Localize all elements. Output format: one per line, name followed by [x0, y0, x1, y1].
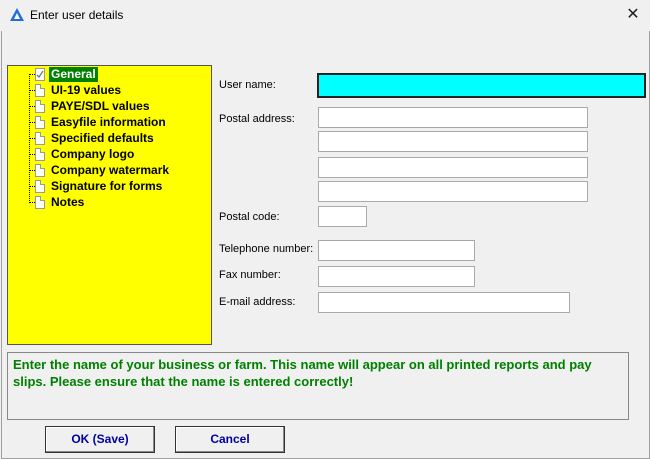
- user-name-label: User name:: [219, 79, 276, 91]
- page-icon: [35, 116, 45, 129]
- telephone-label: Telephone number:: [219, 243, 314, 255]
- section-tree: General UI-19 values PAYE/SDL values Easyfi…: [7, 65, 212, 345]
- postal-address-label: Postal address:: [219, 113, 295, 125]
- page-icon: [35, 164, 45, 177]
- postal-address-line-1[interactable]: [318, 107, 588, 128]
- help-message-panel: Enter the name of your business or farm.…: [7, 352, 629, 420]
- tree-item[interactable]: PAYE/SDL values: [8, 99, 211, 115]
- tree-item-label: Signature for forms: [51, 179, 163, 193]
- cancel-button[interactable]: Cancel: [175, 426, 285, 453]
- tree-item-label: Notes: [51, 195, 85, 209]
- postal-address-line-3[interactable]: [318, 157, 588, 178]
- tree-item-label: Company logo: [51, 147, 135, 161]
- page-icon: [35, 196, 45, 209]
- tree-item[interactable]: Company logo: [8, 147, 211, 163]
- tree-item-label: General: [49, 67, 98, 82]
- ok-save-button[interactable]: OK (Save): [45, 426, 155, 453]
- tree-item[interactable]: Company watermark: [8, 163, 211, 179]
- app-icon: [10, 8, 24, 21]
- tree-item[interactable]: Notes: [8, 195, 211, 211]
- tree-item-label: Easyfile information: [51, 115, 166, 129]
- tree-item-label: UI-19 values: [51, 83, 122, 97]
- tree-item[interactable]: Specified defaults: [8, 131, 211, 147]
- telephone-input[interactable]: [318, 240, 475, 261]
- tree-item-label: Company watermark: [51, 163, 170, 177]
- tree-item[interactable]: Easyfile information: [8, 115, 211, 131]
- fax-label: Fax number:: [219, 269, 281, 281]
- title-bar: Enter user details ✕: [0, 0, 650, 31]
- close-button[interactable]: ✕: [618, 2, 648, 28]
- email-label: E-mail address:: [219, 296, 296, 308]
- email-input[interactable]: [318, 292, 570, 313]
- page-icon: [35, 148, 45, 161]
- page-icon: [35, 84, 45, 97]
- checked-page-icon: [35, 68, 45, 81]
- postal-code-label: Postal code:: [219, 211, 280, 223]
- window-title: Enter user details: [30, 8, 124, 22]
- help-message-text: Enter the name of your business or farm.…: [13, 357, 592, 389]
- page-icon: [35, 180, 45, 193]
- postal-code-input[interactable]: [318, 206, 367, 227]
- user-name-input[interactable]: [317, 73, 646, 98]
- tree-item[interactable]: Signature for forms: [8, 179, 211, 195]
- page-icon: [35, 132, 45, 145]
- page-icon: [35, 100, 45, 113]
- tree-item-label: PAYE/SDL values: [51, 99, 150, 113]
- fax-input[interactable]: [318, 266, 475, 287]
- tree-item[interactable]: UI-19 values: [8, 83, 211, 99]
- tree-item[interactable]: General: [8, 67, 211, 83]
- postal-address-line-4[interactable]: [318, 181, 588, 202]
- postal-address-line-2[interactable]: [318, 131, 588, 152]
- tree-item-label: Specified defaults: [51, 131, 154, 145]
